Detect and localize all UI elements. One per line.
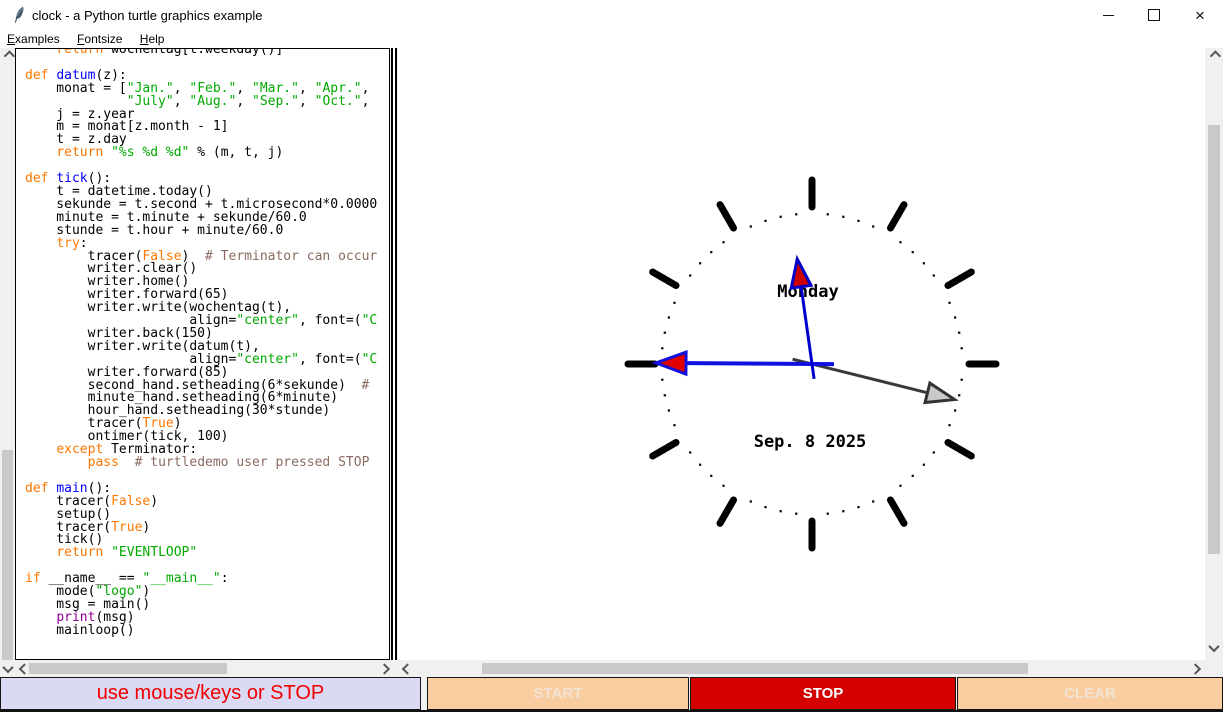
status-message: use mouse/keys or STOP bbox=[0, 677, 421, 710]
scroll-right-arrow-icon[interactable] bbox=[1186, 660, 1201, 677]
close-button[interactable]: × bbox=[1177, 0, 1223, 30]
code-pane[interactable]: return wochentag[t.weekday()] def datum(… bbox=[15, 48, 390, 660]
scroll-left-arrow-icon[interactable] bbox=[398, 660, 413, 677]
scrollbar-row bbox=[0, 660, 1223, 677]
close-icon: × bbox=[1195, 7, 1205, 24]
stop-button[interactable]: STOP bbox=[690, 677, 956, 710]
scrollbar-thumb[interactable] bbox=[2, 450, 13, 660]
start-button[interactable]: START bbox=[427, 677, 689, 710]
maximize-icon bbox=[1148, 9, 1160, 21]
scroll-down-arrow-icon[interactable] bbox=[1205, 640, 1223, 656]
code-line: return wochentag[t.weekday()] bbox=[25, 48, 377, 57]
turtle-canvas[interactable]: Monday Sep. 8 2025 bbox=[398, 48, 1205, 660]
code-text: return wochentag[t.weekday()] def datum(… bbox=[25, 48, 377, 638]
scroll-down-arrow-icon[interactable] bbox=[0, 660, 15, 677]
turtledemo-window: clock - a Python turtle graphics example… bbox=[0, 0, 1223, 712]
minimize-button[interactable] bbox=[1085, 0, 1131, 30]
code-line: return "EVENTLOOP" bbox=[25, 547, 377, 560]
canvas-vertical-scrollbar[interactable] bbox=[1205, 48, 1223, 660]
clock-drawing: Monday Sep. 8 2025 bbox=[398, 48, 1205, 660]
pane-sash[interactable] bbox=[391, 48, 397, 660]
window-title: clock - a Python turtle graphics example bbox=[32, 0, 263, 30]
title-bar[interactable]: clock - a Python turtle graphics example… bbox=[0, 0, 1223, 30]
menu-help[interactable]: Help bbox=[133, 30, 172, 46]
python-feather-icon bbox=[11, 6, 27, 24]
code-line: mainloop() bbox=[25, 625, 377, 638]
scroll-left-arrow-icon[interactable] bbox=[15, 660, 30, 677]
minimize-icon bbox=[1103, 15, 1114, 16]
code-vertical-scrollbar[interactable] bbox=[0, 48, 15, 660]
menu-examples[interactable]: Examples bbox=[0, 30, 67, 46]
menu-fontsize[interactable]: Fontsize bbox=[70, 30, 129, 46]
menu-bar: Examples Fontsize Help bbox=[0, 30, 1223, 48]
scrollbar-thumb[interactable] bbox=[1208, 125, 1220, 554]
clear-button[interactable]: CLEAR bbox=[957, 677, 1223, 710]
bottom-bar: use mouse/keys or STOP START STOP CLEAR bbox=[0, 677, 1223, 710]
scroll-up-arrow-icon[interactable] bbox=[1205, 48, 1223, 64]
scroll-right-arrow-icon[interactable] bbox=[375, 660, 390, 677]
maximize-button[interactable] bbox=[1131, 0, 1177, 30]
scroll-up-arrow-icon[interactable] bbox=[0, 48, 15, 64]
clock-date-text: Sep. 8 2025 bbox=[754, 432, 867, 452]
code-line: pass # turtledemo user pressed STOP bbox=[25, 457, 377, 470]
code-line: return "%s %d %d" % (m, t, j) bbox=[25, 147, 377, 160]
scrollbar-thumb[interactable] bbox=[482, 663, 1028, 674]
scrollbar-thumb[interactable] bbox=[29, 663, 227, 674]
minute-hand bbox=[656, 352, 834, 374]
clock-hands bbox=[656, 259, 955, 402]
